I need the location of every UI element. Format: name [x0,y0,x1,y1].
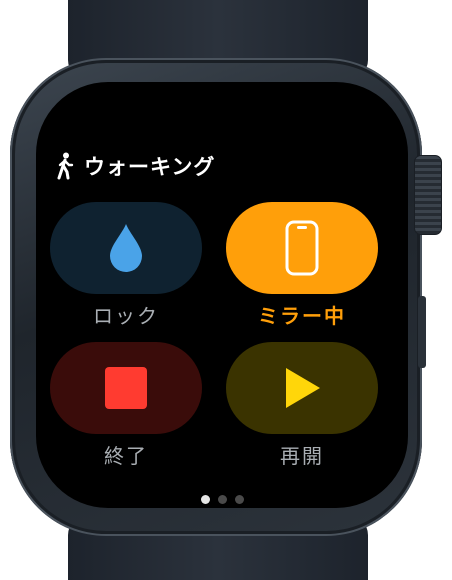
workout-header: ウォーキング [56,148,215,184]
mirror-button[interactable] [226,202,378,294]
page-indicator [36,495,408,504]
lock-label: ロック [93,304,159,328]
end-button[interactable] [50,342,202,434]
mirror-control[interactable]: ミラー中 [226,202,378,329]
stop-square-icon [105,367,147,409]
end-control[interactable]: 終了 [50,342,202,469]
play-triangle-icon [286,368,320,408]
page-dot [234,495,244,504]
workout-title: ウォーキング [84,155,216,179]
watch-screen: ウォーキング ロック ミラー中 終了 再開 [36,82,408,508]
resume-control[interactable]: 再開 [226,342,378,469]
resume-label: 再開 [280,444,324,468]
digital-crown[interactable] [414,155,442,235]
lock-button[interactable] [50,202,202,294]
water-drop-icon [110,224,142,272]
walking-figure-icon [57,152,74,180]
page-dot [217,495,227,504]
side-button[interactable] [418,296,426,368]
mirror-label: ミラー中 [258,304,346,328]
page-dot [200,495,210,504]
lock-control[interactable]: ロック [50,202,202,329]
iphone-icon [285,220,319,276]
end-label: 終了 [104,444,148,468]
resume-button[interactable] [226,342,378,434]
